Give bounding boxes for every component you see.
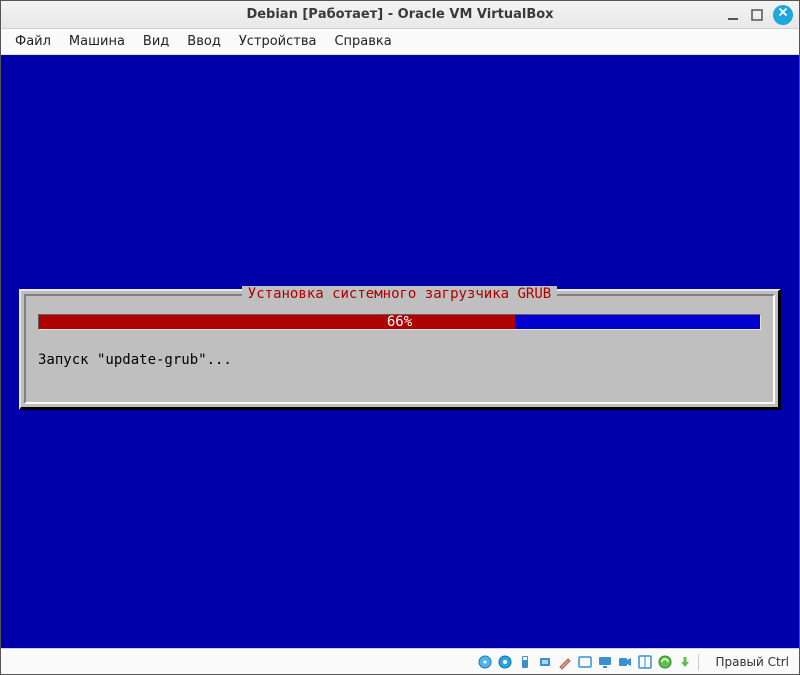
progress-bar: 66%	[38, 314, 761, 330]
installer-status-line: Запуск "update-grub"...	[36, 352, 763, 368]
audio-icon[interactable]	[536, 653, 554, 671]
keyboard-icon[interactable]	[676, 653, 694, 671]
minimize-button[interactable]	[725, 7, 741, 23]
titlebar: Debian [Работает] - Oracle VM VirtualBox	[1, 1, 799, 29]
hard-disk-icon[interactable]	[476, 653, 494, 671]
window-title: Debian [Работает] - Oracle VM VirtualBox	[246, 7, 553, 22]
window-controls	[725, 5, 793, 25]
mouse-integration-icon[interactable]	[656, 653, 674, 671]
close-button[interactable]	[773, 5, 793, 25]
pen-icon[interactable]	[556, 653, 574, 671]
vm-statusbar: Правый Ctrl	[1, 648, 799, 674]
video-capture-icon[interactable]	[636, 653, 654, 671]
statusbar-separator	[698, 654, 699, 670]
installer-dialog: Установка системного загрузчика GRUB 66%…	[19, 289, 781, 410]
menu-input[interactable]: Ввод	[179, 31, 229, 52]
host-key-label: Правый Ctrl	[709, 655, 795, 669]
guest-display[interactable]: Установка системного загрузчика GRUB 66%…	[1, 55, 799, 648]
recording-icon[interactable]	[616, 653, 634, 671]
installer-title: Установка системного загрузчика GRUB	[242, 286, 557, 302]
menu-devices[interactable]: Устройства	[231, 31, 325, 52]
usb-icon[interactable]	[516, 653, 534, 671]
menu-help[interactable]: Справка	[326, 31, 399, 52]
menubar: Файл Машина Вид Ввод Устройства Справка	[1, 29, 799, 55]
maximize-button[interactable]	[749, 7, 765, 23]
installer-dialog-inner: Установка системного загрузчика GRUB 66%…	[24, 294, 775, 404]
shared-folder-icon[interactable]	[576, 653, 594, 671]
optical-disk-icon[interactable]	[496, 653, 514, 671]
menu-view[interactable]: Вид	[135, 31, 177, 52]
progress-percent-label: 66%	[39, 314, 760, 330]
display-icon[interactable]	[596, 653, 614, 671]
menu-file[interactable]: Файл	[7, 31, 59, 52]
menu-machine[interactable]: Машина	[61, 31, 133, 52]
virtualbox-window: Debian [Работает] - Oracle VM VirtualBox…	[0, 0, 800, 675]
